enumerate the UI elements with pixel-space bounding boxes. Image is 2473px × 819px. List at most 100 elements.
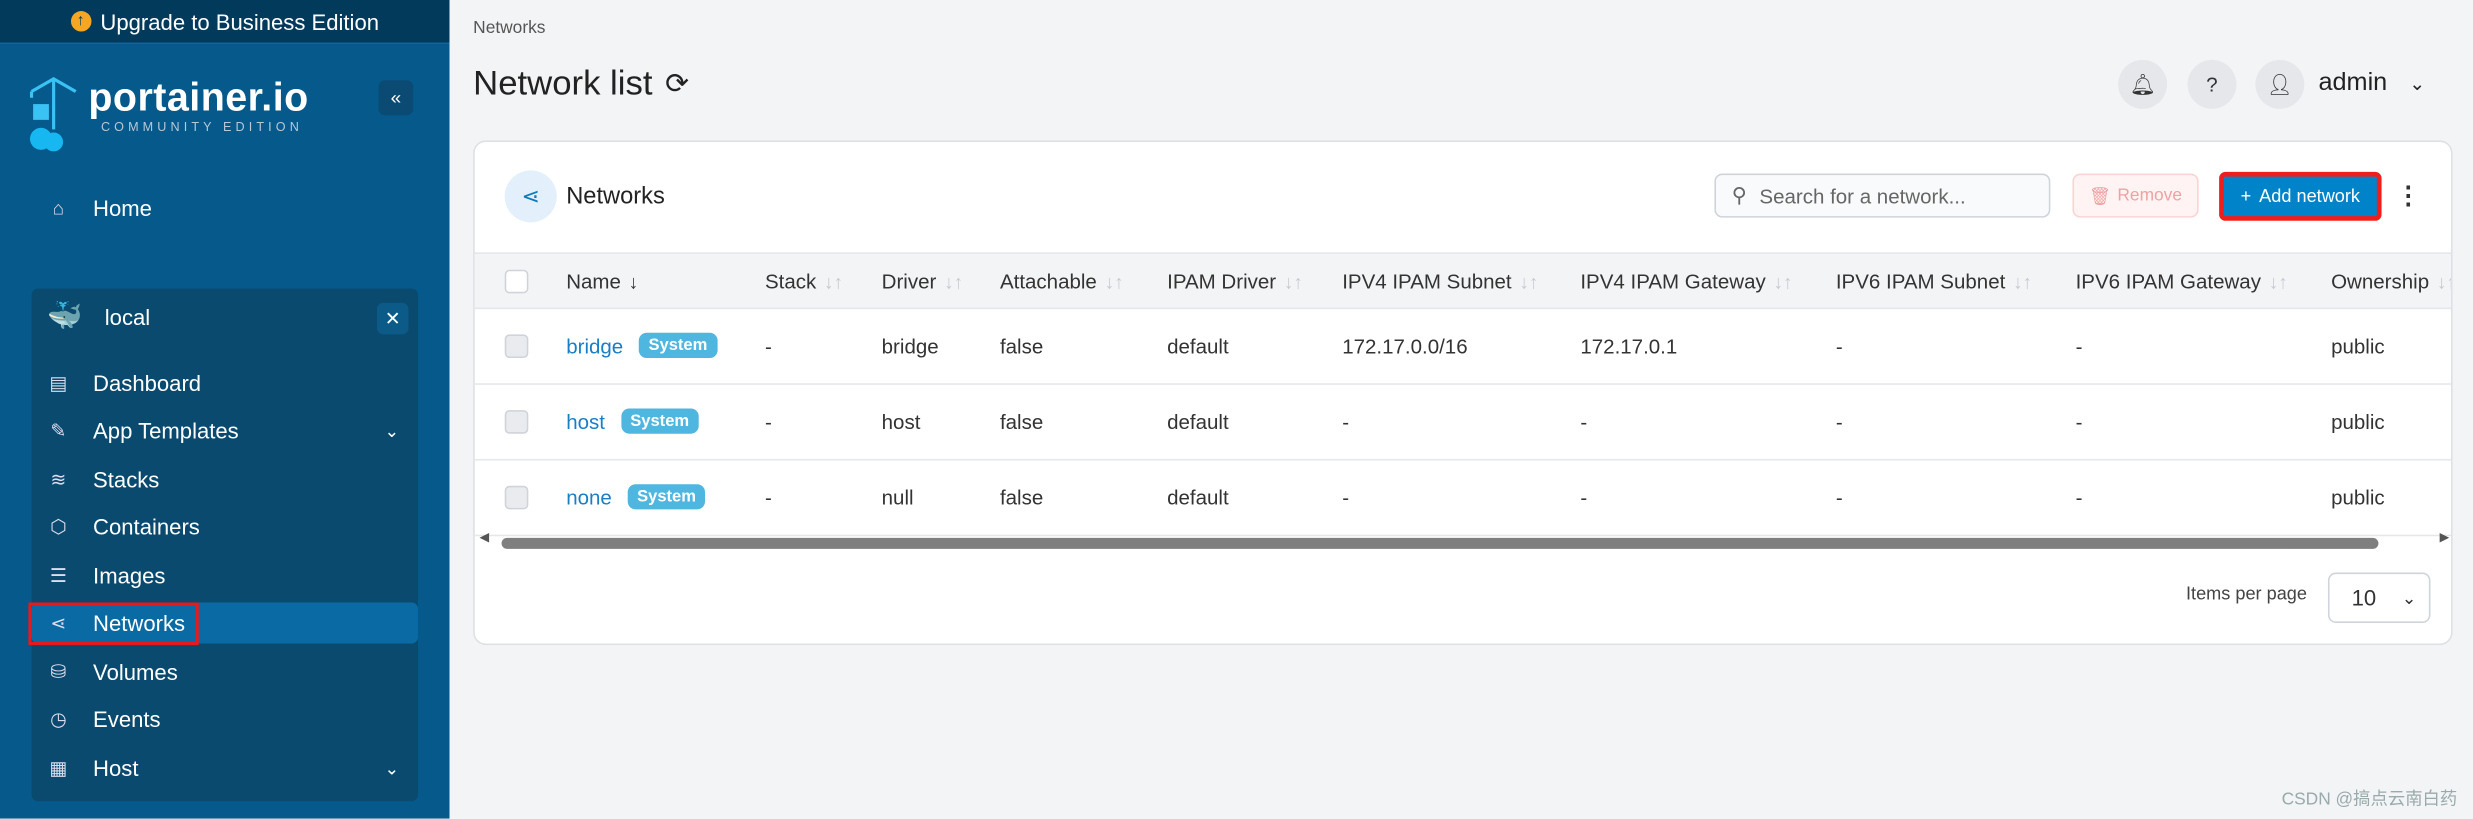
notifications-button[interactable]: 🔔︎ <box>2118 59 2168 109</box>
sort-icon: ↓↑ <box>1519 270 1539 293</box>
column-label: Stack <box>764 269 817 294</box>
sidebar-item-dashboard[interactable]: ▤ Dashboard <box>32 363 418 404</box>
column-label: Attachable <box>999 269 1097 294</box>
refresh-icon[interactable]: ⟳ <box>665 67 689 100</box>
sidebar-item-events[interactable]: ◷ Events <box>32 699 418 740</box>
row-checkbox[interactable] <box>504 485 529 510</box>
arrow-up-icon: ↑ <box>70 11 91 32</box>
help-icon: ? <box>2206 72 2218 97</box>
column-header[interactable]: Name ↓ <box>566 270 638 294</box>
table-row: bridge System - bridge false default 172.17.0.… <box>474 309 2451 385</box>
horizontal-scrollbar[interactable]: ◀ ▶ <box>475 530 2451 552</box>
items-per-page-label: Items per page <box>2185 585 2307 605</box>
table-cell: public <box>2331 485 2385 510</box>
table-cell: host <box>881 410 921 434</box>
sidebar-item-label: Host <box>93 755 139 781</box>
table-cell: - <box>764 485 772 510</box>
remove-button[interactable]: 🗑︎ Remove <box>2072 173 2199 218</box>
card-title: Networks <box>566 182 665 210</box>
table-cell: - <box>1835 485 1843 510</box>
page-title-text: Network list <box>473 63 653 103</box>
column-header[interactable]: IPV6 IPAM Gateway ↓↑ <box>2076 270 2288 294</box>
search-input[interactable]: ⚲ Search for a network... <box>1714 173 2051 218</box>
help-button[interactable]: ? <box>2187 59 2237 109</box>
table-cell: 172.17.0.0/16 <box>1342 334 1468 359</box>
system-badge: System <box>620 408 699 434</box>
breadcrumb[interactable]: Networks <box>473 19 545 38</box>
dashboard-icon: ▤ <box>49 372 68 395</box>
sidebar-item-volumes[interactable]: ⛁ Volumes <box>32 651 418 692</box>
sidebar-item-stacks[interactable]: ≋ Stacks <box>32 459 418 500</box>
items-per-page-select[interactable]: 10 ⌄ <box>2327 572 2431 623</box>
table-cell: - <box>2075 334 2083 359</box>
table-cell: - <box>1342 485 1350 510</box>
system-badge: System <box>627 484 706 510</box>
sort-icon: ↓↑ <box>2013 270 2033 293</box>
column-header[interactable]: IPAM Driver ↓↑ <box>1167 270 1303 294</box>
networks-card: ⋖ Networks ⚲ Search for a network... 🗑︎ Re… <box>473 140 2453 646</box>
sidebar-item-images[interactable]: ☰ Images <box>32 555 418 596</box>
sort-icon: ↓ <box>628 270 639 293</box>
user-avatar[interactable]: 👤︎ <box>2255 59 2305 109</box>
sidebar-item-home[interactable]: ⌂ Home <box>32 188 418 229</box>
table-cell: default <box>1167 334 1229 359</box>
portainer-logo[interactable]: portainer.io COMMUNITY EDITION <box>28 76 308 152</box>
highlight-box <box>28 602 199 646</box>
close-environment-button[interactable]: ✕ <box>376 302 409 335</box>
table-cell: null <box>881 485 914 510</box>
scrollbar-thumb[interactable] <box>501 537 2379 549</box>
column-label: IPV6 IPAM Gateway <box>2075 269 2261 294</box>
table-cell: 172.17.0.1 <box>1580 334 1678 359</box>
sidebar-item-label: Volumes <box>93 659 178 685</box>
sidebar-item-app-templates[interactable]: ✎ App Templates ⌄ <box>32 410 418 451</box>
table-cell: default <box>1167 485 1229 510</box>
remove-label: Remove <box>2117 186 2183 206</box>
share-icon: ⋖ <box>504 170 557 223</box>
sidebar-item-label: Images <box>93 563 166 589</box>
column-header[interactable]: Attachable ↓↑ <box>1000 270 1124 294</box>
select-all-checkbox[interactable] <box>504 269 529 294</box>
network-name-link[interactable]: none <box>566 485 612 509</box>
sidebar-item-label: Dashboard <box>93 370 202 396</box>
upgrade-banner[interactable]: ↑ Upgrade to Business Edition <box>0 0 450 45</box>
column-header[interactable]: IPV6 IPAM Subnet ↓↑ <box>1836 270 2032 294</box>
bell-icon: 🔔︎ <box>2129 71 2156 96</box>
sidebar-item-containers[interactable]: ⬡ Containers <box>32 506 418 547</box>
docker-icon: 🐳 <box>47 299 83 332</box>
table-cell: false <box>999 485 1044 510</box>
table-header: Name ↓ Stack ↓↑ Driver ↓↑ Attachable ↓↑ IPAM Dri… <box>474 252 2451 310</box>
sidebar-item-label: App Templates <box>93 417 239 444</box>
add-label: Add network <box>2259 186 2361 206</box>
column-header[interactable]: Stack ↓↑ <box>765 270 843 294</box>
table-cell: - <box>764 410 772 434</box>
user-menu[interactable]: admin ⌄ <box>2318 69 2425 97</box>
scroll-right-icon[interactable]: ▶ <box>2440 530 2450 544</box>
environment-name: local <box>104 303 151 329</box>
table-cell: false <box>999 334 1044 359</box>
search-placeholder: Search for a network... <box>1759 183 1966 208</box>
row-checkbox[interactable] <box>504 410 529 434</box>
network-name-link[interactable]: bridge <box>566 334 623 358</box>
more-options-icon[interactable]: ⋮ <box>2396 180 2421 212</box>
collapse-sidebar-button[interactable]: « <box>378 80 414 116</box>
list-icon: ☰ <box>49 564 67 587</box>
column-header[interactable]: IPV4 IPAM Subnet ↓↑ <box>1342 270 1538 294</box>
database-icon: ⛁ <box>50 660 67 683</box>
table-cell: public <box>2331 410 2385 434</box>
column-header[interactable]: IPV4 IPAM Gateway ↓↑ <box>1580 270 1792 294</box>
sidebar-item-label: Home <box>93 195 152 221</box>
table-cell: public <box>2331 334 2385 359</box>
scroll-left-icon[interactable]: ◀ <box>479 530 489 544</box>
table-cell: - <box>2075 485 2083 510</box>
logo-text: portainer.io <box>88 75 309 120</box>
row-checkbox[interactable] <box>504 334 529 359</box>
sidebar-item-host[interactable]: ▦ Host ⌄ <box>32 748 418 789</box>
table-cell: - <box>1580 485 1588 510</box>
chevron-down-icon: ⌄ <box>384 759 400 779</box>
sort-icon: ↓↑ <box>1104 270 1124 293</box>
column-header[interactable]: Driver ↓↑ <box>882 270 963 294</box>
table-cell: - <box>1342 410 1350 434</box>
column-header[interactable]: Ownership ↓↑ <box>2331 270 2451 294</box>
add-network-button[interactable]: + Add network <box>2219 171 2382 221</box>
network-name-link[interactable]: host <box>566 409 605 433</box>
